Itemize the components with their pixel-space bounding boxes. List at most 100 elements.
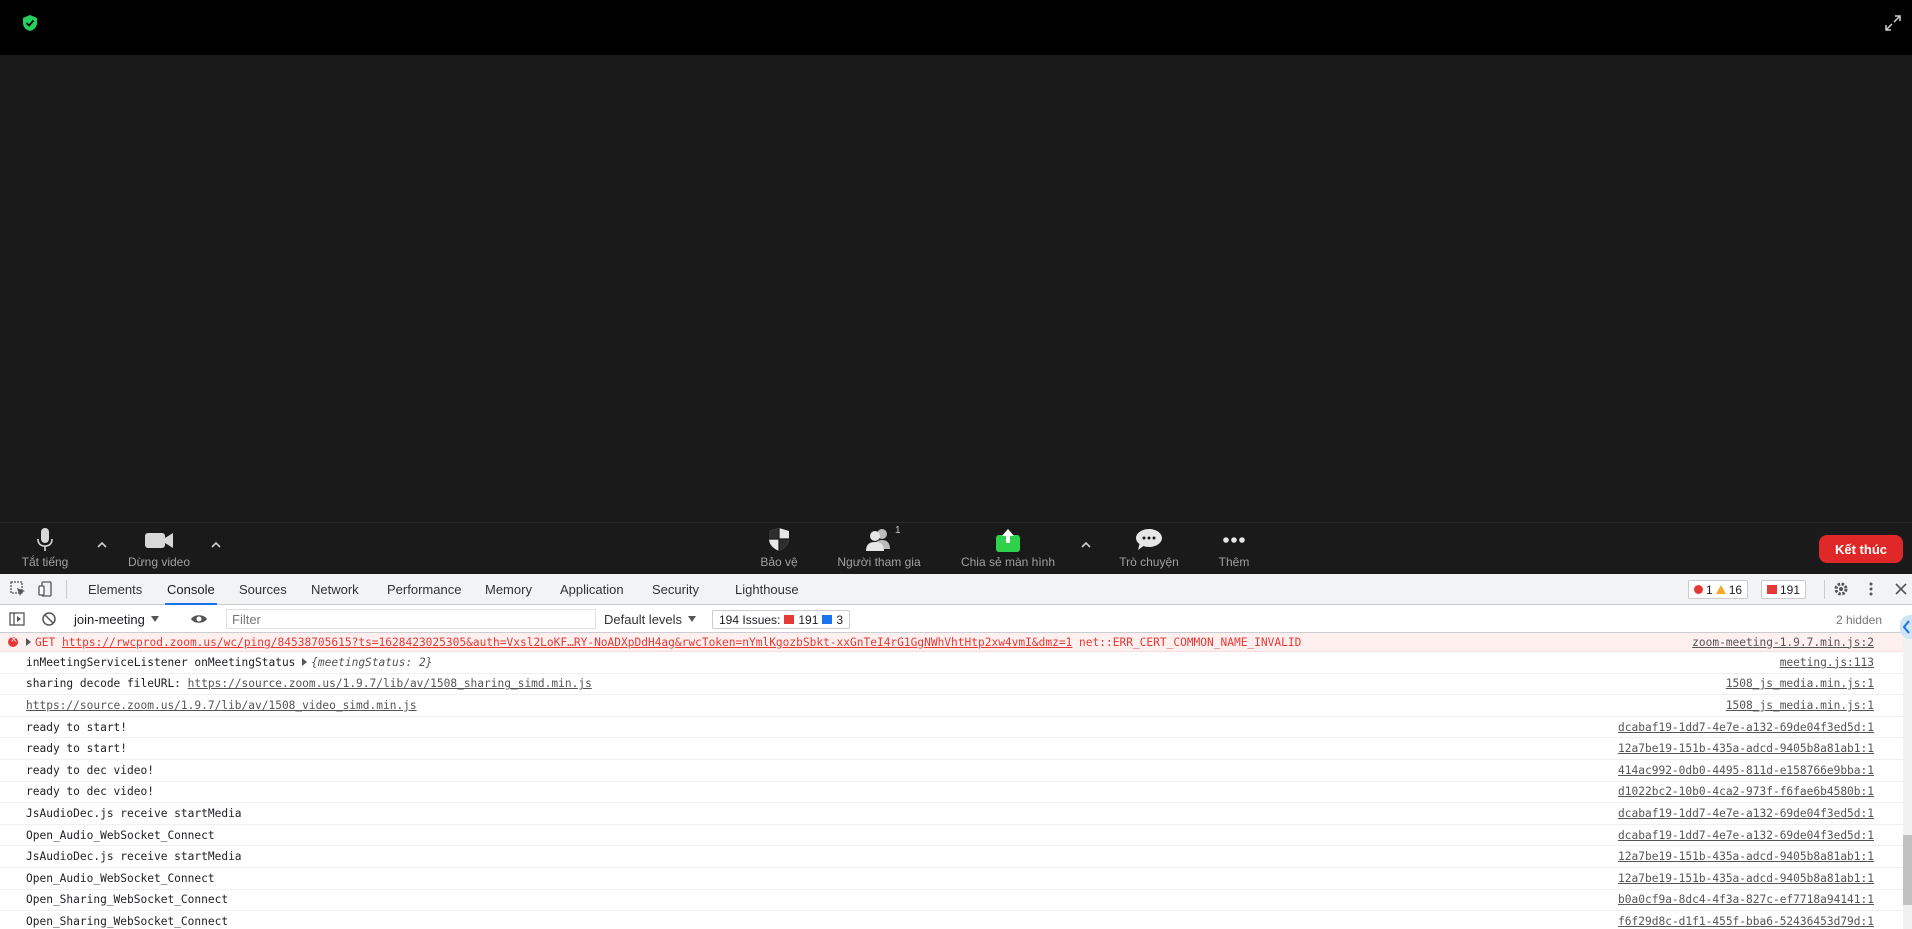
end-meeting-button[interactable]: Kết thúc xyxy=(1819,535,1903,563)
filter-input[interactable] xyxy=(226,609,596,629)
close-icon[interactable] xyxy=(1892,580,1910,598)
source-link[interactable]: dcabaf19-1dd7-4e7e-a132-69de04f3ed5d:1 xyxy=(1618,807,1874,820)
more-dots-icon xyxy=(1223,537,1245,543)
participants-count: 1 xyxy=(895,525,901,536)
microphone-icon xyxy=(37,528,53,551)
tab-sources[interactable]: Sources xyxy=(237,574,289,605)
source-link[interactable]: zoom-meeting-1.9.7.min.js:2 xyxy=(1692,636,1874,649)
console-toolbar: join-meeting Default levels 194 Issues: … xyxy=(0,605,1912,633)
context-selector[interactable]: join-meeting xyxy=(74,609,159,629)
issue-flag-icon xyxy=(784,615,795,624)
sidebar-toggle-icon[interactable] xyxy=(8,610,26,628)
fullscreen-icon[interactable] xyxy=(1884,14,1902,32)
request-url-link[interactable]: https://rwcprod.zoom.us/wc/ping/84538705… xyxy=(62,636,1072,649)
log-url-link[interactable]: https://source.zoom.us/1.9.7/lib/av/1508… xyxy=(26,699,417,712)
clear-console-icon[interactable] xyxy=(40,610,58,628)
console-log-row: sharing decode fileURL: https://source.z… xyxy=(0,674,1903,696)
security-button[interactable]: Bảo vệ xyxy=(756,527,802,573)
error-icon xyxy=(1694,585,1703,594)
stop-video-button[interactable]: Dừng video xyxy=(126,527,192,573)
chevron-up-icon[interactable] xyxy=(208,537,224,553)
source-link[interactable]: d1022bc2-10b0-4ca2-973f-f6fae6b4580b:1 xyxy=(1618,785,1874,798)
expand-arrow-icon[interactable] xyxy=(302,658,308,667)
request-method: GET xyxy=(35,635,56,649)
mute-button[interactable]: Tắt tiếng xyxy=(20,527,70,573)
console-scrollbar[interactable] xyxy=(1903,633,1912,929)
source-link[interactable]: dcabaf19-1dd7-4e7e-a132-69de04f3ed5d:1 xyxy=(1618,721,1874,734)
chevron-up-icon[interactable] xyxy=(94,537,110,553)
source-link[interactable]: 414ac992-0db0-4495-811d-e158766e9bba:1 xyxy=(1618,764,1874,777)
device-toolbar-icon[interactable] xyxy=(37,580,55,598)
source-link[interactable]: 1508_js_media.min.js:1 xyxy=(1726,677,1874,690)
log-text: Open_Sharing_WebSocket_Connect xyxy=(26,914,229,928)
warning-count: 16 xyxy=(1728,582,1743,597)
inspect-element-icon[interactable] xyxy=(9,580,27,598)
tab-performance[interactable]: Performance xyxy=(385,574,463,605)
participants-icon xyxy=(866,529,890,551)
issue-flag-icon xyxy=(1767,585,1777,594)
expand-arrow-icon[interactable] xyxy=(26,638,31,646)
security-label: Bảo vệ xyxy=(760,555,798,569)
participants-button[interactable]: Người tham gia xyxy=(834,527,924,573)
log-levels-label: Default levels xyxy=(604,611,683,627)
tab-network[interactable]: Network xyxy=(309,574,361,605)
tab-memory[interactable]: Memory xyxy=(483,574,534,605)
shield-check-icon[interactable] xyxy=(22,14,38,32)
scrollbar-thumb[interactable] xyxy=(1903,835,1912,905)
share-screen-button[interactable]: Chia sẻ màn hình xyxy=(956,527,1060,573)
mute-label: Tắt tiếng xyxy=(21,555,69,569)
kebab-menu-icon[interactable] xyxy=(1862,580,1880,598)
eye-icon[interactable] xyxy=(190,610,208,628)
more-button[interactable]: Thêm xyxy=(1214,527,1254,573)
console-log-row: JsAudioDec.js receive startMedia dcabaf19… xyxy=(0,803,1903,825)
error-warning-counter[interactable]: 1 16 xyxy=(1688,580,1749,599)
source-link[interactable]: 12a7be19-151b-435a-adcd-9405b8a81ab1:1 xyxy=(1618,872,1874,885)
source-link[interactable]: b0a0cf9a-8dc4-4f3a-827c-ef7718a94141:1 xyxy=(1618,893,1874,906)
issues-button[interactable]: 194 Issues: 191 3 xyxy=(712,610,851,629)
log-text: Open_Audio_WebSocket_Connect xyxy=(26,828,215,842)
chevron-up-icon[interactable] xyxy=(1078,537,1094,553)
chat-label: Trò chuyện xyxy=(1119,555,1179,569)
log-text: ready to dec video! xyxy=(26,785,154,799)
chat-bubble-icon xyxy=(1136,529,1162,550)
log-text: JsAudioDec.js receive startMedia xyxy=(26,806,242,820)
console-log-row: inMeetingServiceListener onMeetingStatus… xyxy=(0,652,1903,674)
chevron-left-icon[interactable] xyxy=(1900,615,1912,639)
source-link[interactable]: 1508_js_media.min.js:1 xyxy=(1726,699,1874,712)
console-log-row: ready to dec video! 414ac992-0db0-4495-81… xyxy=(0,760,1903,782)
log-levels-dropdown[interactable]: Default levels xyxy=(604,609,697,629)
tab-lighthouse[interactable]: Lighthouse xyxy=(733,574,801,605)
source-link[interactable]: 12a7be19-151b-435a-adcd-9405b8a81ab1:1 xyxy=(1618,850,1874,863)
source-link[interactable]: meeting.js:113 xyxy=(1780,656,1874,669)
devtools-panel: Elements Console Sources Network Perform… xyxy=(0,574,1912,929)
gear-icon[interactable] xyxy=(1832,580,1850,598)
source-link[interactable]: f6f29d8c-d1f1-455f-bba6-52436453d79d:1 xyxy=(1618,915,1874,928)
dropdown-caret-icon xyxy=(688,616,697,622)
log-url-link[interactable]: https://source.zoom.us/1.9.7/lib/av/1508… xyxy=(188,677,592,690)
source-link[interactable]: 12a7be19-151b-435a-adcd-9405b8a81ab1:1 xyxy=(1618,742,1874,755)
error-icon xyxy=(8,635,18,647)
dropdown-caret-icon xyxy=(150,616,159,622)
console-log-row: https://source.zoom.us/1.9.7/lib/av/1508… xyxy=(0,695,1903,717)
error-count: 1 xyxy=(1706,582,1713,597)
tab-security[interactable]: Security xyxy=(650,574,701,605)
source-link[interactable]: dcabaf19-1dd7-4e7e-a132-69de04f3ed5d:1 xyxy=(1618,829,1874,842)
console-log-row: ready to start! 12a7be19-151b-435a-adcd-9… xyxy=(0,738,1903,760)
video-camera-icon xyxy=(145,533,173,548)
log-object[interactable]: {meetingStatus: 2} xyxy=(311,656,432,669)
tab-elements[interactable]: Elements xyxy=(86,574,144,605)
log-text: JsAudioDec.js receive startMedia xyxy=(26,850,242,864)
meeting-header xyxy=(0,0,1912,55)
tab-separator xyxy=(1824,580,1825,599)
console-log-row: Open_Sharing_WebSocket_Connect b0a0cf9a-8… xyxy=(0,890,1903,912)
warning-icon xyxy=(1715,585,1726,594)
console-log-row: Open_Sharing_WebSocket_Connect f6f29d8c-d… xyxy=(0,911,1903,929)
issue-info-icon xyxy=(822,615,833,624)
meeting-toolbar: Tắt tiếng Dừng video Bảo vệ Người tham g… xyxy=(0,522,1912,574)
console-error-row[interactable]: GET https://rwcprod.zoom.us/wc/ping/8453… xyxy=(0,633,1903,652)
issues-counter[interactable]: 191 xyxy=(1761,580,1807,599)
tab-application[interactable]: Application xyxy=(558,574,626,605)
chat-button[interactable]: Trò chuyện xyxy=(1116,527,1182,573)
tab-console[interactable]: Console xyxy=(165,574,217,605)
log-text: Open_Audio_WebSocket_Connect xyxy=(26,871,215,885)
